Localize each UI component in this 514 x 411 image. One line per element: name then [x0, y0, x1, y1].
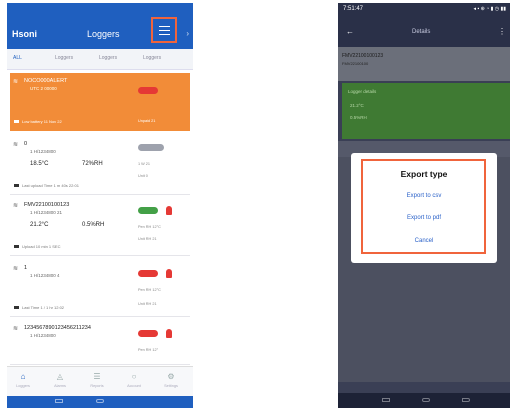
report-icon: ☰	[93, 372, 101, 381]
battery-icon	[14, 184, 19, 187]
battery-icon	[14, 245, 19, 248]
readings-panel: Logger details 21.2°C 0.5%RH	[342, 83, 510, 139]
account-icon: ○	[131, 372, 137, 381]
online-status-badge	[138, 207, 158, 214]
app-header: Hsoni Loggers ›	[7, 3, 193, 49]
panel-temperature: 21.2°C	[350, 103, 364, 108]
page-title: Loggers	[87, 29, 120, 39]
humidity-value: 72%RH	[82, 161, 103, 167]
header-right-glyph: ›	[186, 29, 189, 38]
temperature-value: 21.2°C	[30, 222, 49, 228]
status-time: 7:51:47	[343, 6, 364, 12]
alarm-bell-icon[interactable]	[166, 269, 172, 278]
logger-serial: 1 H/1234800 4	[30, 273, 60, 278]
nav-settings[interactable]: ⚙ Settings	[155, 372, 187, 388]
tab-loggers-2[interactable]: Loggers	[99, 55, 117, 61]
logger-name: 0	[24, 141, 28, 147]
back-button-icon[interactable]	[462, 398, 470, 402]
logger-tag: Unpaid 21	[138, 119, 156, 123]
logger-card[interactable]: ≋ FMV22100100123 1 H/1234800 21 21.2°C 0…	[10, 197, 190, 256]
home-icon: ⌂	[20, 372, 26, 381]
logger-name: 1	[24, 265, 28, 271]
detail-header: ← Details ⋮	[338, 19, 510, 47]
page-title: Details	[412, 29, 431, 35]
logger-tag: Pen RH 12°C	[138, 288, 161, 292]
logger-tag: Unit RH 21	[138, 237, 157, 241]
wifi-icon: ≋	[13, 326, 19, 332]
alarm-bell-icon[interactable]	[166, 206, 172, 215]
logger-serial: 1 H/1234800 21	[30, 210, 63, 215]
wifi-icon: ≋	[13, 79, 19, 85]
temperature-value: 18.5°C	[30, 161, 49, 167]
status-icons: ◂ ▪ ⊕ ◔ ▮ ◷ ▮▮	[473, 6, 506, 12]
dialog-highlight-box	[361, 159, 486, 254]
logger-name: FMV22100100123	[24, 202, 70, 208]
alarm-bell-icon[interactable]	[166, 329, 172, 338]
nav-account[interactable]: ○ Account	[118, 372, 150, 388]
logger-serial: UTC 2 00000	[30, 86, 57, 91]
humidity-value: 0.5%RH	[82, 222, 105, 228]
back-arrow-icon[interactable]: ←	[346, 27, 354, 36]
battery-icon	[14, 120, 19, 123]
home-button-icon[interactable]	[96, 399, 104, 403]
panel-humidity: 0.5%RH	[350, 115, 367, 120]
logger-list-screen: Hsoni Loggers › ALL Loggers Loggers Logg…	[7, 3, 193, 408]
recent-apps-icon[interactable]	[382, 398, 390, 402]
status-badge	[138, 144, 164, 151]
tab-loggers-3[interactable]: Loggers	[143, 55, 161, 61]
logger-card-alert[interactable]: ≋ NOCO000ALERT UTC 2 00000 Unpaid 21 Low…	[10, 73, 190, 131]
nav-alarms[interactable]: ◬ Alarms	[44, 372, 76, 388]
tab-all[interactable]: ALL	[13, 55, 22, 61]
wifi-icon: ≋	[13, 203, 19, 209]
logger-footer: Upload 10 min 1 SEC	[22, 244, 61, 249]
bottom-navigation: ⌂ Loggers ◬ Alarms ☰ Reports ○ Account ⚙…	[7, 366, 193, 397]
logger-serial: 1 H/1234800	[30, 333, 56, 338]
panel-heading: Logger details	[348, 89, 377, 94]
alarm-status-badge	[138, 87, 158, 94]
more-icon[interactable]: ⋮	[498, 27, 506, 36]
alarm-icon: ◬	[56, 372, 64, 381]
logger-footer: Last upload Time 1 m 40s 22:01	[22, 183, 79, 188]
export-button[interactable]	[151, 17, 177, 43]
app-title: Hsoni	[12, 29, 38, 39]
logger-footer: Low battery 11 Nov 22	[22, 119, 62, 124]
logger-card[interactable]: ≋ 0 1 H/1234800 18.5°C 72%RH 1 W 21 Unit…	[10, 136, 190, 195]
device-subtitle: FMV22100100	[342, 61, 369, 66]
wifi-icon: ≋	[13, 142, 19, 148]
filter-tabs: ALL Loggers Loggers Loggers	[7, 49, 193, 70]
list-export-icon	[158, 25, 170, 36]
battery-icon	[14, 306, 19, 309]
status-bar: 7:51:47 ◂ ▪ ⊕ ◔ ▮ ◷ ▮▮	[338, 3, 510, 19]
nav-reports[interactable]: ☰ Reports	[81, 372, 113, 388]
recent-apps-icon[interactable]	[55, 399, 63, 403]
logger-tag: Unit 0	[138, 174, 148, 178]
logger-name: 1234567890123456211234	[24, 325, 91, 331]
alarm-status-badge	[138, 270, 158, 277]
logger-name: NOCO000ALERT	[24, 78, 68, 84]
logger-tag: Pen RH 12°C	[138, 225, 161, 229]
logger-card[interactable]: ≋ 1 1 H/1234800 4 Pen RH 12°C Unit RH 21…	[10, 260, 190, 317]
logger-footer: Last Time 1 / 1 hr 12:02	[22, 305, 65, 310]
nav-loggers[interactable]: ⌂ Loggers	[7, 372, 39, 388]
system-nav-bar	[338, 393, 510, 408]
device-id: FMV22100100123	[342, 53, 384, 59]
logger-tag: 1 W 21	[138, 162, 151, 166]
tab-loggers-1[interactable]: Loggers	[55, 55, 73, 61]
alarm-status-badge	[138, 330, 158, 337]
system-nav-bar	[7, 396, 193, 408]
logger-tag: Unit RH 21	[138, 302, 157, 306]
logger-card[interactable]: ≋ 1234567890123456211234 1 H/1234800 Pen…	[10, 320, 190, 365]
home-button-icon[interactable]	[422, 398, 430, 402]
settings-icon: ⚙	[167, 372, 175, 381]
wifi-icon: ≋	[13, 266, 19, 272]
logger-detail-screen: 7:51:47 ◂ ▪ ⊕ ◔ ▮ ◷ ▮▮ ← Details ⋮ FMV22…	[338, 3, 510, 408]
device-info: FMV22100100123 FMV22100100	[338, 47, 510, 81]
logger-tag: Pen RH 12°	[138, 348, 159, 352]
logger-serial: 1 H/1234800	[30, 149, 56, 154]
